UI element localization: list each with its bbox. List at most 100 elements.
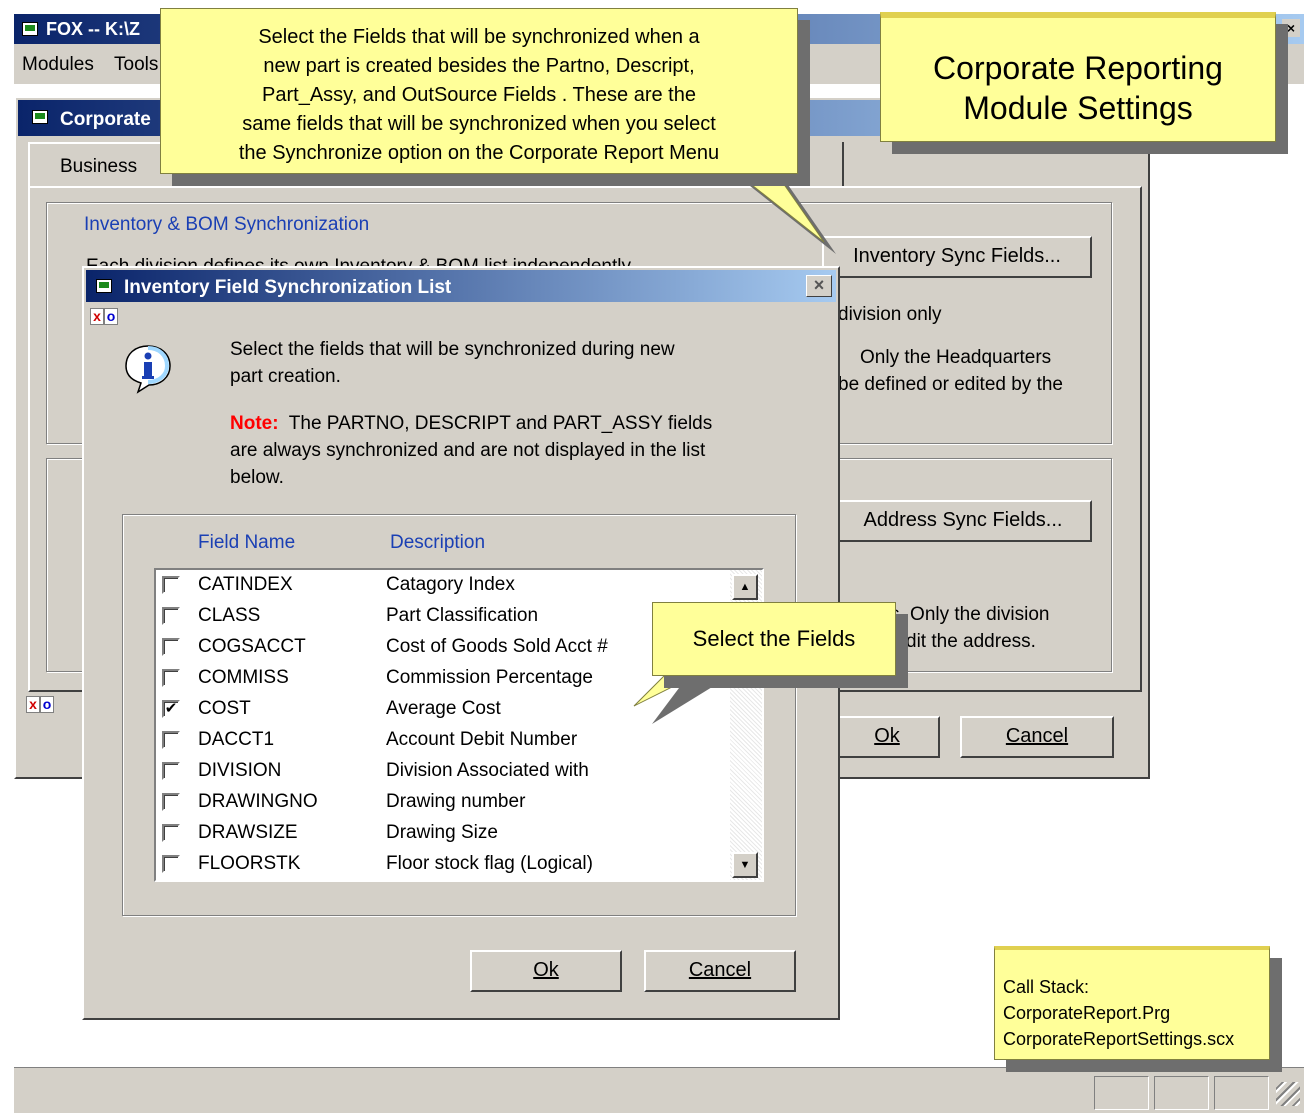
row-field-name: DRAWSIZE — [198, 822, 298, 843]
top-callout-line-5: the Synchronize option on the Corporate … — [238, 142, 720, 164]
row-field-name: DACCT1 — [198, 729, 275, 750]
corporate-window-title: Corporate — [60, 109, 151, 130]
checkmark-icon: ✔ — [164, 700, 178, 717]
row-description: Account Debit Number — [386, 729, 578, 750]
select-fields-text: Select the Fields — [692, 626, 856, 651]
dialog-intro-text: Select the fields that will be synchroni… — [230, 336, 820, 390]
dialog-title-bar: Inventory Field Synchronization List × — [86, 270, 836, 302]
intro-line-2: part creation. — [230, 366, 341, 387]
address-sync-fields-button[interactable]: Address Sync Fields... — [834, 500, 1092, 542]
call-stack-line-3: CorporateReportSettings.scx — [1003, 1029, 1235, 1049]
status-panel-2 — [1154, 1076, 1209, 1110]
heading-line-1: Corporate Reporting — [933, 50, 1223, 86]
table-row[interactable]: COGSACCT Cost of Goods Sold Acct # — [156, 632, 731, 663]
table-row[interactable]: CATINDEX Catagory Index — [156, 570, 731, 601]
note-line-2: are always synchronized and are not disp… — [230, 440, 706, 461]
top-callout-line-4: same fields that will be synchronized wh… — [242, 113, 716, 135]
resize-grip-icon[interactable] — [1276, 1082, 1300, 1106]
top-callout-line-3: Part_Assy, and OutSource Fields . These … — [262, 84, 696, 106]
row-description: Floor stock flag (Logical) — [386, 853, 593, 874]
corporate-ok-label: Ok — [874, 725, 900, 747]
select-fields-callout: Select the Fields — [652, 602, 896, 676]
table-row[interactable]: DACCT1 Account Debit Number — [156, 725, 731, 756]
row-description: Drawing Size — [386, 822, 498, 843]
scroll-up-arrow-icon[interactable]: ▲ — [732, 574, 758, 600]
address-sync-fields-label: Address Sync Fields... — [863, 509, 1063, 531]
table-row[interactable]: ✔ COST Average Cost — [156, 694, 731, 725]
inventory-sync-group-title: Inventory & BOM Synchronization — [84, 214, 370, 235]
row-checkbox[interactable] — [162, 576, 180, 594]
row-field-name: COST — [198, 698, 251, 719]
headquarters-text-2: be defined or edited by the — [838, 374, 1064, 395]
row-field-name: DRAWINGNO — [198, 791, 318, 812]
row-description: Division Associated with — [386, 760, 589, 781]
row-description: Cost of Goods Sold Acct # — [386, 636, 608, 657]
row-description: Part Classification — [386, 605, 539, 626]
dialog-debug-toggle[interactable]: xo — [90, 308, 118, 325]
division-only-text: division only — [838, 304, 942, 325]
dialog-title: Inventory Field Synchronization List — [124, 277, 452, 298]
row-field-name: CLASS — [198, 605, 261, 626]
row-description: Drawing number — [386, 791, 526, 812]
row-field-name: CATINDEX — [198, 574, 293, 595]
inventory-sync-fields-button[interactable]: Inventory Sync Fields... — [822, 236, 1092, 278]
scroll-down-arrow-icon[interactable]: ▼ — [732, 852, 758, 878]
app-status-bar — [14, 1067, 1304, 1113]
heading-line-2: Module Settings — [963, 90, 1193, 126]
status-panel-3 — [1214, 1076, 1269, 1110]
status-panel-1 — [1094, 1076, 1149, 1110]
note-line-1: The PARTNO, DESCRIPT and PART_ASSY field… — [288, 413, 713, 434]
row-field-name: FLOORSTK — [198, 853, 301, 874]
fox-app-icon — [22, 22, 38, 36]
row-checkbox[interactable] — [162, 855, 180, 873]
corporate-window-icon — [32, 110, 48, 124]
menu-tools[interactable]: Tools — [114, 54, 158, 76]
table-row[interactable]: CLASS Part Classification — [156, 601, 731, 632]
row-checkbox[interactable] — [162, 731, 180, 749]
top-callout-line-1: Select the Fields that will be synchroni… — [258, 26, 700, 48]
call-stack-line-1: Call Stack: — [1003, 977, 1090, 997]
row-description: Average Cost — [386, 698, 501, 719]
dialog-note-text: Note: The PARTNO, DESCRIPT and PART_ASSY… — [230, 410, 830, 491]
inventory-sync-fields-label: Inventory Sync Fields... — [853, 245, 1061, 267]
row-checkbox[interactable] — [162, 824, 180, 842]
tab-business-label: Business — [60, 156, 138, 177]
app-title: FOX -- K:\Z — [46, 19, 140, 39]
row-checkbox[interactable]: ✔ — [162, 700, 180, 718]
field-list-rows: CATINDEX Catagory Index CLASS Part Classifi… — [156, 570, 731, 880]
row-checkbox[interactable] — [162, 762, 180, 780]
info-icon — [122, 342, 174, 394]
table-row[interactable]: DRAWSIZE Drawing Size — [156, 818, 731, 849]
table-row[interactable]: COMMISS Commission Percentage — [156, 663, 731, 694]
corporate-debug-toggle[interactable]: xo — [26, 696, 54, 713]
corporate-ok-button[interactable]: Ok — [834, 716, 940, 758]
intro-line-1: Select the fields that will be synchroni… — [230, 339, 675, 360]
column-header-field-name: Field Name — [198, 532, 296, 553]
dialog-ok-button[interactable]: Ok — [470, 950, 622, 992]
dialog-window-icon — [96, 279, 112, 293]
row-description: Catagory Index — [386, 574, 515, 595]
row-checkbox[interactable] — [162, 638, 180, 656]
dialog-cancel-label: Cancel — [688, 959, 752, 981]
note-line-3: below. — [230, 467, 284, 488]
table-row[interactable]: DIVISION Division Associated with — [156, 756, 731, 787]
row-field-name: COGSACCT — [198, 636, 306, 657]
corporate-cancel-button[interactable]: Cancel — [960, 716, 1114, 758]
table-row[interactable]: FLOORSTK Floor stock flag (Logical) — [156, 849, 731, 880]
top-callout-line-2: new part is created besides the Partno, … — [263, 55, 695, 77]
dialog-close-icon[interactable]: × — [806, 275, 832, 297]
heading-callout: Corporate Reporting Module Settings — [880, 12, 1276, 142]
table-row[interactable]: DRAWINGNO Drawing number — [156, 787, 731, 818]
row-checkbox[interactable] — [162, 607, 180, 625]
headquarters-text: Only the Headquarters — [860, 347, 1052, 368]
menu-modules[interactable]: Modules — [22, 54, 94, 76]
tab-strip-line — [826, 142, 844, 188]
dialog-ok-label: Ok — [533, 959, 559, 981]
row-field-name: DIVISION — [198, 760, 282, 781]
row-checkbox[interactable] — [162, 793, 180, 811]
app-close-icon[interactable]: × — [1282, 19, 1300, 37]
row-checkbox[interactable] — [162, 669, 180, 687]
column-header-description: Description — [390, 532, 486, 553]
dialog-cancel-button[interactable]: Cancel — [644, 950, 796, 992]
address-text-1: s. Only the division — [890, 604, 1050, 625]
